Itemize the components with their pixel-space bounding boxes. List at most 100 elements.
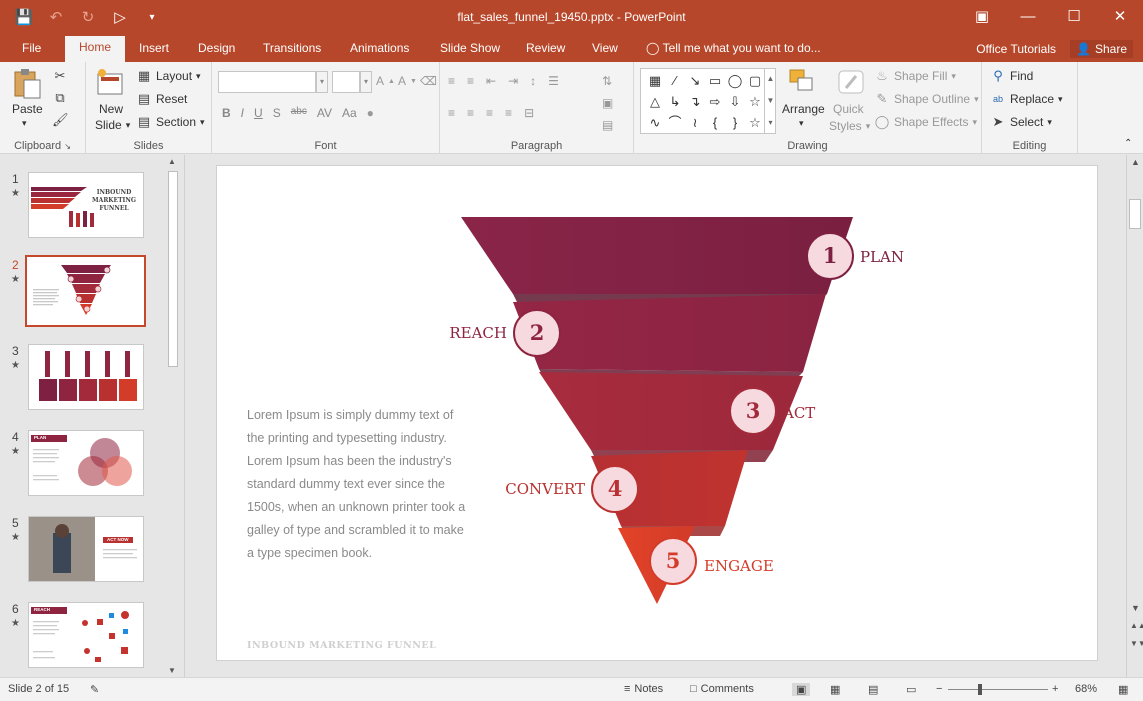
numbering-icon[interactable]: ≡ (467, 74, 482, 88)
font-name-dropdown[interactable]: ▾ (316, 71, 328, 93)
previous-slide-icon[interactable]: ▲▲ (1130, 621, 1143, 630)
tab-animations[interactable]: Animations (350, 41, 409, 55)
arrange-dropdown[interactable]: ▾ (799, 118, 804, 129)
zoom-slider[interactable] (948, 689, 1048, 690)
clear-format-icon[interactable]: ⌫ (420, 74, 437, 88)
spell-check-icon[interactable]: ✎ (90, 683, 99, 696)
reset-button[interactable]: ▤ Reset (136, 91, 188, 107)
tab-design[interactable]: Design (198, 41, 235, 55)
normal-view-icon[interactable]: ▣ (792, 683, 811, 696)
text-direction-icon[interactable]: ⇅ (602, 74, 612, 88)
tab-file[interactable]: File (22, 41, 41, 55)
grow-font-icon[interactable]: A ▲ (376, 74, 395, 88)
tab-slide-show[interactable]: Slide Show (440, 41, 500, 55)
fit-slide-icon[interactable]: ▦ (1118, 683, 1128, 696)
layout-button[interactable]: ▦ Layout ▾ (136, 68, 201, 84)
scroll-up-icon[interactable]: ▲ (1131, 157, 1140, 167)
slide-scroll-thumb[interactable] (1129, 199, 1141, 229)
ribbon-display-icon[interactable]: ▣ (959, 0, 1005, 36)
bold-button[interactable]: B (222, 106, 231, 120)
minimize-button[interactable]: — (1005, 0, 1051, 36)
slide-scrollbar[interactable]: ▲ ▼ ▲▲ ▼▼ (1126, 155, 1143, 677)
new-slide-icon[interactable] (96, 68, 128, 98)
new-slide-label[interactable]: New (99, 102, 123, 116)
font-size-input[interactable] (332, 71, 360, 93)
stage-badge-2[interactable]: 2 (513, 309, 561, 357)
tab-insert[interactable]: Insert (139, 41, 169, 55)
quick-styles-icon[interactable] (836, 68, 868, 98)
zoom-level[interactable]: 68% (1075, 683, 1097, 695)
quick-button[interactable]: Quick (833, 102, 864, 116)
shapes-gallery-scroll[interactable]: ▲ ▼ ▾ (764, 68, 776, 134)
comments-button[interactable]: □ Comments (690, 683, 754, 695)
body-text[interactable]: Lorem Ipsum is simply dummy text of the … (247, 404, 467, 565)
align-right-icon[interactable]: ≡ (486, 106, 501, 120)
shape-fill-button[interactable]: ♨ Shape Fill ▾ (874, 68, 956, 84)
cut-icon[interactable]: ✂ (52, 68, 68, 84)
zoom-in-icon[interactable]: + (1052, 683, 1058, 695)
change-case-button[interactable]: Aa (342, 106, 357, 120)
paste-dropdown[interactable]: ▾ (22, 118, 27, 129)
tell-me-box[interactable]: ◯ Tell me what you want to do... (646, 41, 821, 55)
thumbnails-scrollbar[interactable]: ▲ ▼ (166, 155, 180, 677)
shapes-gallery[interactable]: ▦ ∕ ↘ ▭ ◯ ▢ △ ↳ ↴ ⇨ ⇩ ☆ ∿ ⌒ ≀ {} ☆ (640, 68, 776, 134)
shrink-font-icon[interactable]: A ▼ (398, 74, 417, 88)
office-tutorials-link[interactable]: Office Tutorials (976, 42, 1056, 56)
line-spacing-icon[interactable]: ↕ (530, 74, 544, 88)
arrange-icon[interactable] (786, 68, 818, 98)
format-painter-icon[interactable]: 🖌 (52, 112, 69, 128)
stage-badge-5[interactable]: 5 (649, 537, 697, 585)
slide-footer[interactable]: INBOUND MARKETING FUNNEL (247, 640, 436, 651)
justify-icon[interactable]: ≡ (505, 106, 520, 120)
styles-button[interactable]: Styles ▾ (829, 119, 870, 133)
share-button[interactable]: 👤 Share (1070, 40, 1133, 58)
slide-sorter-icon[interactable]: ▦ (830, 683, 840, 696)
collapse-ribbon-icon[interactable]: ⌃ (1124, 138, 1132, 149)
new-slide-label-2[interactable]: Slide ▾ (95, 118, 130, 132)
slide-canvas[interactable]: 1 2 3 4 5 PLAN REACH ACT CONVERT ENGAGE … (216, 165, 1098, 661)
shape-outline-button[interactable]: ✎ Shape Outline ▾ (874, 91, 979, 107)
tab-home[interactable]: Home (65, 36, 126, 62)
notes-button[interactable]: ≡ Notes (624, 683, 663, 695)
close-button[interactable]: ✕ (1097, 0, 1143, 36)
scroll-up-icon[interactable]: ▲ (168, 157, 176, 166)
align-text-vertical-icon[interactable]: ▣ (602, 96, 613, 110)
zoom-slider-thumb[interactable] (978, 684, 982, 695)
zoom-out-icon[interactable]: − (936, 683, 942, 695)
scroll-down-icon[interactable]: ▼ (1131, 603, 1140, 613)
replace-button[interactable]: ab Replace ▾ (990, 91, 1063, 107)
align-center-icon[interactable]: ≡ (467, 106, 482, 120)
stage-badge-4[interactable]: 4 (591, 465, 639, 513)
columns-icon[interactable]: ☰ (548, 74, 567, 88)
clipboard-icon[interactable] (12, 68, 44, 99)
reading-view-icon[interactable]: ▤ (868, 683, 878, 696)
underline-button[interactable]: U (254, 106, 263, 120)
paste-button[interactable]: Paste (12, 102, 43, 116)
find-button[interactable]: ⚲ Find (990, 68, 1033, 84)
strikethrough-button[interactable]: abc (291, 106, 307, 120)
font-name-input[interactable] (218, 71, 316, 93)
copy-icon[interactable]: ⧉ (52, 90, 68, 106)
select-button[interactable]: ➤ Select ▾ (990, 114, 1052, 130)
tab-view[interactable]: View (592, 41, 618, 55)
italic-button[interactable]: I (241, 106, 244, 120)
shadow-button[interactable]: S (273, 106, 281, 120)
font-color-icon[interactable]: ​● (367, 106, 374, 120)
font-size-dropdown[interactable]: ▾ (360, 71, 372, 93)
align-left-icon[interactable]: ≡ (448, 106, 463, 120)
increase-indent-icon[interactable]: ⇥ (508, 74, 526, 88)
tab-review[interactable]: Review (526, 41, 565, 55)
scroll-down-icon[interactable]: ▼ (168, 666, 176, 675)
decrease-indent-icon[interactable]: ⇤ (486, 74, 504, 88)
next-slide-icon[interactable]: ▼▼ (1130, 639, 1143, 648)
align-text-icon[interactable]: ⊟ (524, 106, 542, 120)
stage-badge-1[interactable]: 1 (806, 232, 854, 280)
slideshow-icon[interactable]: ▭ (906, 683, 916, 696)
arrange-button[interactable]: Arrange (782, 102, 825, 116)
tab-transitions[interactable]: Transitions (263, 41, 321, 55)
stage-badge-3[interactable]: 3 (729, 387, 777, 435)
smartart-icon[interactable]: ▤ (602, 118, 613, 132)
shape-effects-button[interactable]: ◯ Shape Effects ▾ (874, 114, 977, 130)
bullets-icon[interactable]: ≡ (448, 74, 463, 88)
thumbnails-scroll-thumb[interactable] (168, 171, 178, 367)
